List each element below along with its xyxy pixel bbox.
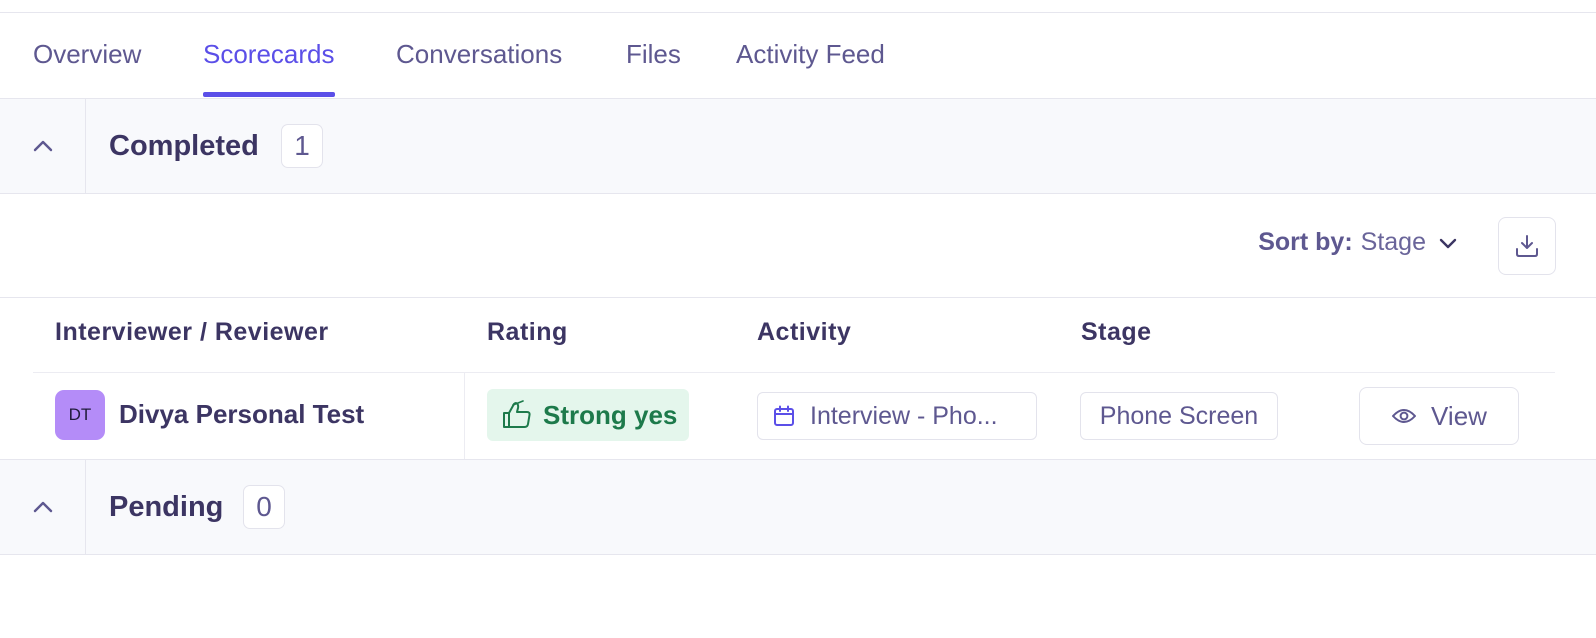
chevron-down-icon (1439, 238, 1457, 248)
download-button[interactable] (1498, 217, 1556, 275)
sort-value: Stage (1360, 228, 1426, 256)
download-icon (1516, 235, 1538, 257)
pending-collapse-toggle[interactable] (0, 460, 86, 554)
chevron-up-icon (33, 140, 52, 152)
view-button-label: View (1431, 400, 1487, 431)
sort-label: Sort by: (1258, 228, 1353, 256)
completed-section-title: Completed (109, 129, 259, 162)
completed-count-badge: 1 (281, 124, 323, 168)
column-header-stage: Stage (1081, 318, 1152, 346)
tab-files[interactable]: Files (626, 39, 681, 97)
tab-bar: Overview Scorecards Conversations Files … (0, 13, 1596, 98)
stage-chip: Phone Screen (1080, 392, 1278, 440)
thumbs-up-icon (503, 400, 531, 428)
eye-icon (1392, 409, 1417, 423)
pending-section-header: Pending 0 (0, 459, 1596, 555)
view-button[interactable]: View (1359, 387, 1519, 445)
rating-label: Strong yes (543, 399, 678, 430)
column-header-activity: Activity (757, 318, 852, 346)
activity-label: Interview - Pho... (810, 401, 998, 430)
column-header-reviewer: Interviewer / Reviewer (55, 318, 329, 346)
pending-count-badge: 0 (243, 485, 285, 529)
reviewer-name: Divya Personal Test (119, 399, 365, 429)
tab-conversations[interactable]: Conversations (396, 39, 562, 97)
chevron-up-icon (33, 501, 52, 513)
avatar: DT (55, 390, 105, 440)
pending-section-title: Pending (109, 490, 224, 523)
tab-activity-feed[interactable]: Activity Feed (736, 39, 885, 97)
column-divider (464, 373, 465, 459)
completed-section-header: Completed 1 (0, 98, 1596, 194)
column-header-rating: Rating (487, 318, 568, 346)
scorecards-toolbar: Sort by: Stage (0, 194, 1596, 298)
sort-dropdown[interactable]: Sort by: Stage (1258, 228, 1458, 257)
activity-chip[interactable]: Interview - Pho... (757, 392, 1037, 440)
calendar-icon (774, 405, 794, 426)
tab-overview[interactable]: Overview (33, 39, 141, 97)
completed-collapse-toggle[interactable] (0, 99, 86, 193)
table-row: DT Divya Personal Test Strong yes Interv… (33, 373, 1555, 459)
tab-scorecards[interactable]: Scorecards (203, 39, 335, 97)
rating-badge: Strong yes (487, 389, 689, 441)
